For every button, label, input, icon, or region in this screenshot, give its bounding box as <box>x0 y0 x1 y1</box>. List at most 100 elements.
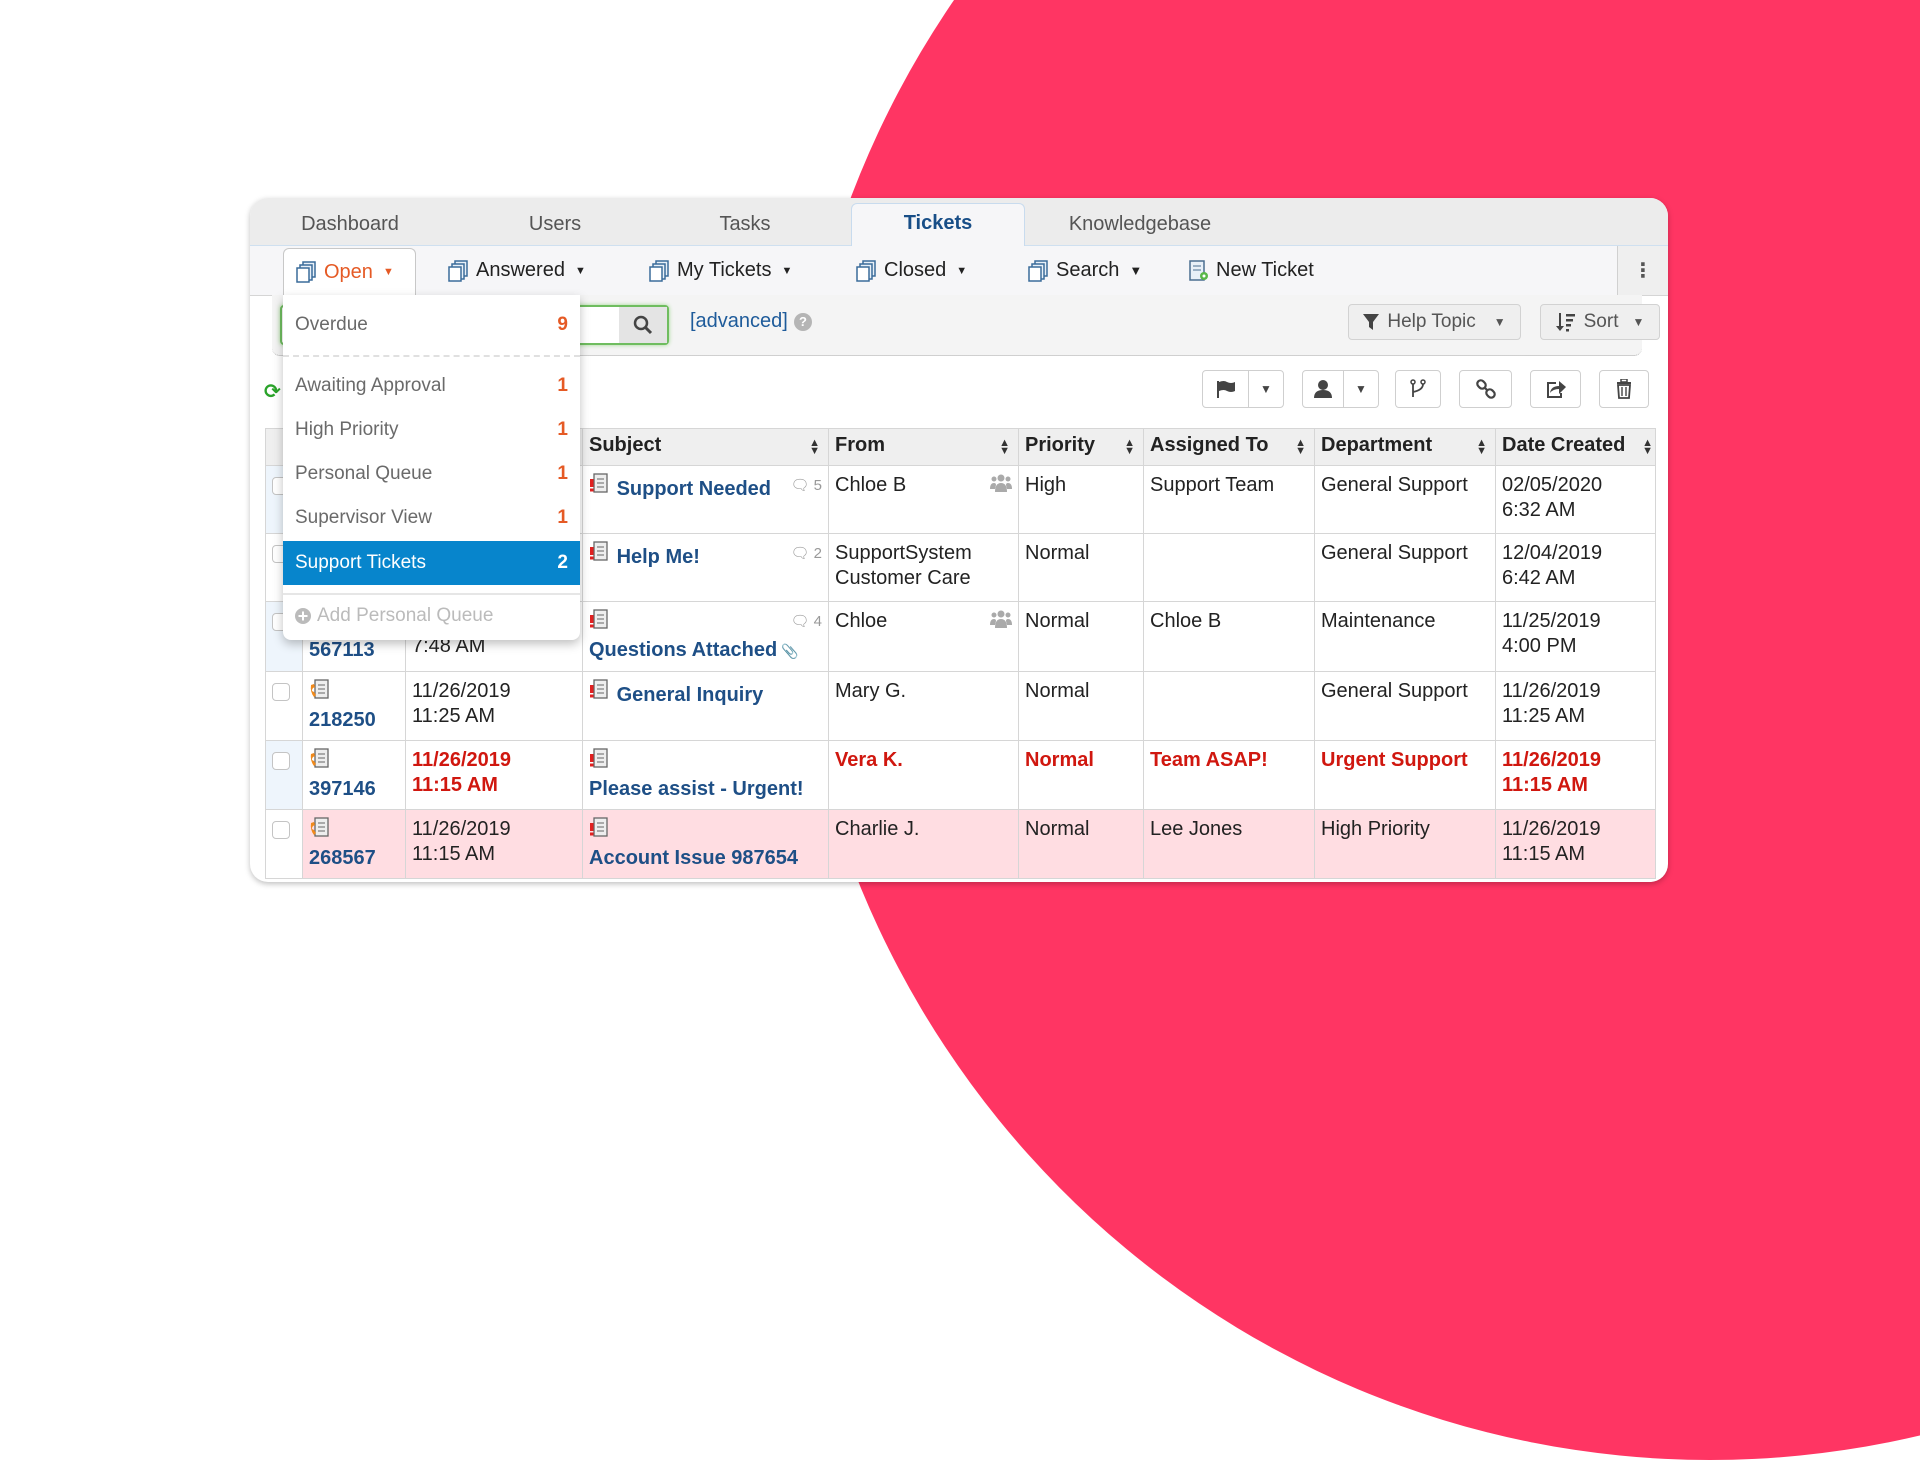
row-checkbox[interactable] <box>272 683 290 701</box>
assigned-to-cell: Chloe B <box>1143 601 1315 672</box>
answered-queue-button[interactable]: Answered ▼ <box>448 246 586 295</box>
merge-action-button[interactable] <box>1395 370 1441 408</box>
dropdown-item-overdue[interactable]: Overdue 9 <box>283 303 580 347</box>
sort-icon <box>1555 313 1575 332</box>
sort-arrows-icon[interactable]: ▲ ▼ <box>1476 438 1487 457</box>
delete-action-button[interactable] <box>1599 370 1649 408</box>
chevron-down-icon: ▼ <box>1129 263 1143 278</box>
tab-users[interactable]: Users <box>500 212 610 245</box>
share-action-button[interactable] <box>1530 370 1581 408</box>
help-topic-filter-button[interactable]: Help Topic ▼ <box>1348 304 1521 340</box>
new-ticket-button[interactable]: New Ticket <box>1188 246 1314 295</box>
tab-tickets[interactable]: Tickets <box>851 203 1025 246</box>
assigned-to-cell: Team ASAP! <box>1143 740 1315 810</box>
date-created-cell: 11/26/2019 11:15 AM <box>1495 740 1656 810</box>
date-created-cell: 02/05/2020 6:32 AM <box>1495 465 1656 534</box>
phone-ticket-icon <box>310 817 329 837</box>
tickets-stack-icon <box>649 259 669 282</box>
ticket-subject-link[interactable]: Account Issue 987654 <box>589 847 798 869</box>
from-cell: Mary G. <box>828 671 1019 741</box>
column-header-subject[interactable]: Subject ▲ ▼ <box>582 428 829 466</box>
chevron-down-icon: ▼ <box>1493 315 1506 329</box>
ticket-subject-link[interactable]: Questions Attached <box>589 639 777 661</box>
dropdown-item-high-priority[interactable]: High Priority 1 <box>283 408 580 452</box>
open-queue-label: Open <box>324 260 373 283</box>
tab-tasks[interactable]: Tasks <box>690 212 800 245</box>
priority-cell: Normal <box>1018 533 1144 602</box>
assign-action-button[interactable]: ▼ <box>1302 370 1379 408</box>
tab-knowledgebase[interactable]: Knowledgebase <box>1050 212 1230 245</box>
ticket-number-link[interactable]: 268567 <box>309 846 399 871</box>
closed-queue-label: Closed <box>884 259 947 281</box>
open-queue-button[interactable]: Open ▼ <box>283 248 416 295</box>
ticket-number-link[interactable]: 218250 <box>309 708 399 733</box>
select-cell <box>265 671 303 741</box>
from-cell: Chloe <box>828 601 1019 672</box>
more-options-kebab-icon[interactable]: ⋮ <box>1617 246 1668 295</box>
search-submit-button[interactable] <box>619 307 667 343</box>
chevron-down-icon: ▼ <box>781 264 793 277</box>
table-row[interactable]: 397146 11/26/2019 11:15 AM Please assist -… <box>265 740 1656 810</box>
assigned-to-cell: Support Team <box>1143 465 1315 534</box>
search-queue-label: Search <box>1056 259 1120 281</box>
dropdown-item-personal-queue[interactable]: Personal Queue 1 <box>283 452 580 496</box>
help-question-icon[interactable]: ? <box>794 313 812 331</box>
group-icon-wrap <box>990 473 1012 500</box>
sort-button[interactable]: Sort ▼ <box>1540 304 1660 340</box>
ticket-subject-link[interactable]: Help Me! <box>617 546 700 568</box>
search-queue-button[interactable]: Search ▼ <box>1028 246 1142 295</box>
flag-action-button[interactable]: ▼ <box>1202 370 1284 408</box>
dropdown-item-support-tickets[interactable]: Support Tickets 2 <box>283 541 580 585</box>
from-cell: Charlie J. <box>828 809 1019 879</box>
column-header-assigned-to[interactable]: Assigned To ▲ ▼ <box>1143 428 1315 466</box>
table-row[interactable]: 268567 11/26/2019 11:15 AM Account Issue 9… <box>265 809 1656 879</box>
subject-cell: 🗨 2 Help Me! <box>582 533 829 602</box>
assigned-to-cell: Lee Jones <box>1143 809 1315 879</box>
dropdown-divider <box>283 355 580 357</box>
my-tickets-label: My Tickets <box>677 259 772 281</box>
row-checkbox[interactable] <box>272 821 290 839</box>
main-tab-bar: Dashboard Users Tasks Tickets Knowledgeb… <box>250 198 1668 246</box>
ticket-subject-link[interactable]: Support Needed <box>617 478 771 500</box>
date-created-cell: 11/26/2019 11:25 AM <box>1495 671 1656 741</box>
row-checkbox[interactable] <box>272 752 290 770</box>
chevron-down-icon[interactable]: ▼ <box>1343 371 1378 407</box>
queue-count: 9 <box>557 314 568 335</box>
table-row[interactable]: 218250 11/26/2019 11:25 AM General Inquiry… <box>265 671 1656 741</box>
tab-dashboard[interactable]: Dashboard <box>290 212 410 245</box>
refresh-icon[interactable]: ⟳ <box>264 379 281 404</box>
phone-ticket-icon <box>310 679 329 699</box>
dropdown-item-awaiting-approval[interactable]: Awaiting Approval 1 <box>283 364 580 408</box>
link-action-button[interactable] <box>1459 370 1512 408</box>
sort-arrows-icon[interactable]: ▲ ▼ <box>809 438 820 457</box>
paperclip-icon: 📎 <box>777 643 799 659</box>
assigned-to-cell <box>1143 533 1315 602</box>
date-cell: 11/26/2019 11:15 AM <box>405 809 583 879</box>
ticket-number-link[interactable]: 567113 <box>309 638 399 663</box>
my-tickets-button[interactable]: My Tickets ▼ <box>649 246 792 295</box>
ticket-subject-link[interactable]: General Inquiry <box>617 684 764 706</box>
column-header-date-created[interactable]: Date Created ▲ ▼ <box>1495 428 1656 466</box>
column-header-from[interactable]: From ▲ ▼ <box>828 428 1019 466</box>
dropdown-item-supervisor-view[interactable]: Supervisor View 1 <box>283 496 580 540</box>
select-cell <box>265 740 303 810</box>
sort-arrows-icon[interactable]: ▲ ▼ <box>1295 438 1306 457</box>
sort-arrows-icon[interactable]: ▲ ▼ <box>1124 438 1135 457</box>
add-personal-queue-button[interactable]: Add Personal Queue <box>283 594 580 638</box>
closed-queue-button[interactable]: Closed ▼ <box>856 246 967 295</box>
ticket-number-link[interactable]: 397146 <box>309 777 399 802</box>
tickets-stack-icon <box>856 259 876 282</box>
column-header-priority[interactable]: Priority ▲ ▼ <box>1018 428 1144 466</box>
subject-cell: Account Issue 987654 <box>582 809 829 879</box>
chevron-down-icon[interactable]: ▼ <box>1248 371 1283 407</box>
ticket-source-icon <box>589 679 611 706</box>
priority-cell: High <box>1018 465 1144 534</box>
ticket-subject-link[interactable]: Please assist - Urgent! <box>589 778 804 800</box>
ticket-doc-icon <box>590 541 608 561</box>
sort-arrows-icon[interactable]: ▲ ▼ <box>999 438 1010 457</box>
column-header-department[interactable]: Department ▲ ▼ <box>1314 428 1496 466</box>
new-ticket-label: New Ticket <box>1216 259 1314 281</box>
advanced-search-link[interactable]: [advanced] <box>690 310 788 333</box>
sort-arrows-icon[interactable]: ▲ ▼ <box>1642 438 1653 457</box>
ticket-sub-nav: Open ▼ Answered ▼ My Tickets ▼ Closed ▼ … <box>250 246 1668 296</box>
